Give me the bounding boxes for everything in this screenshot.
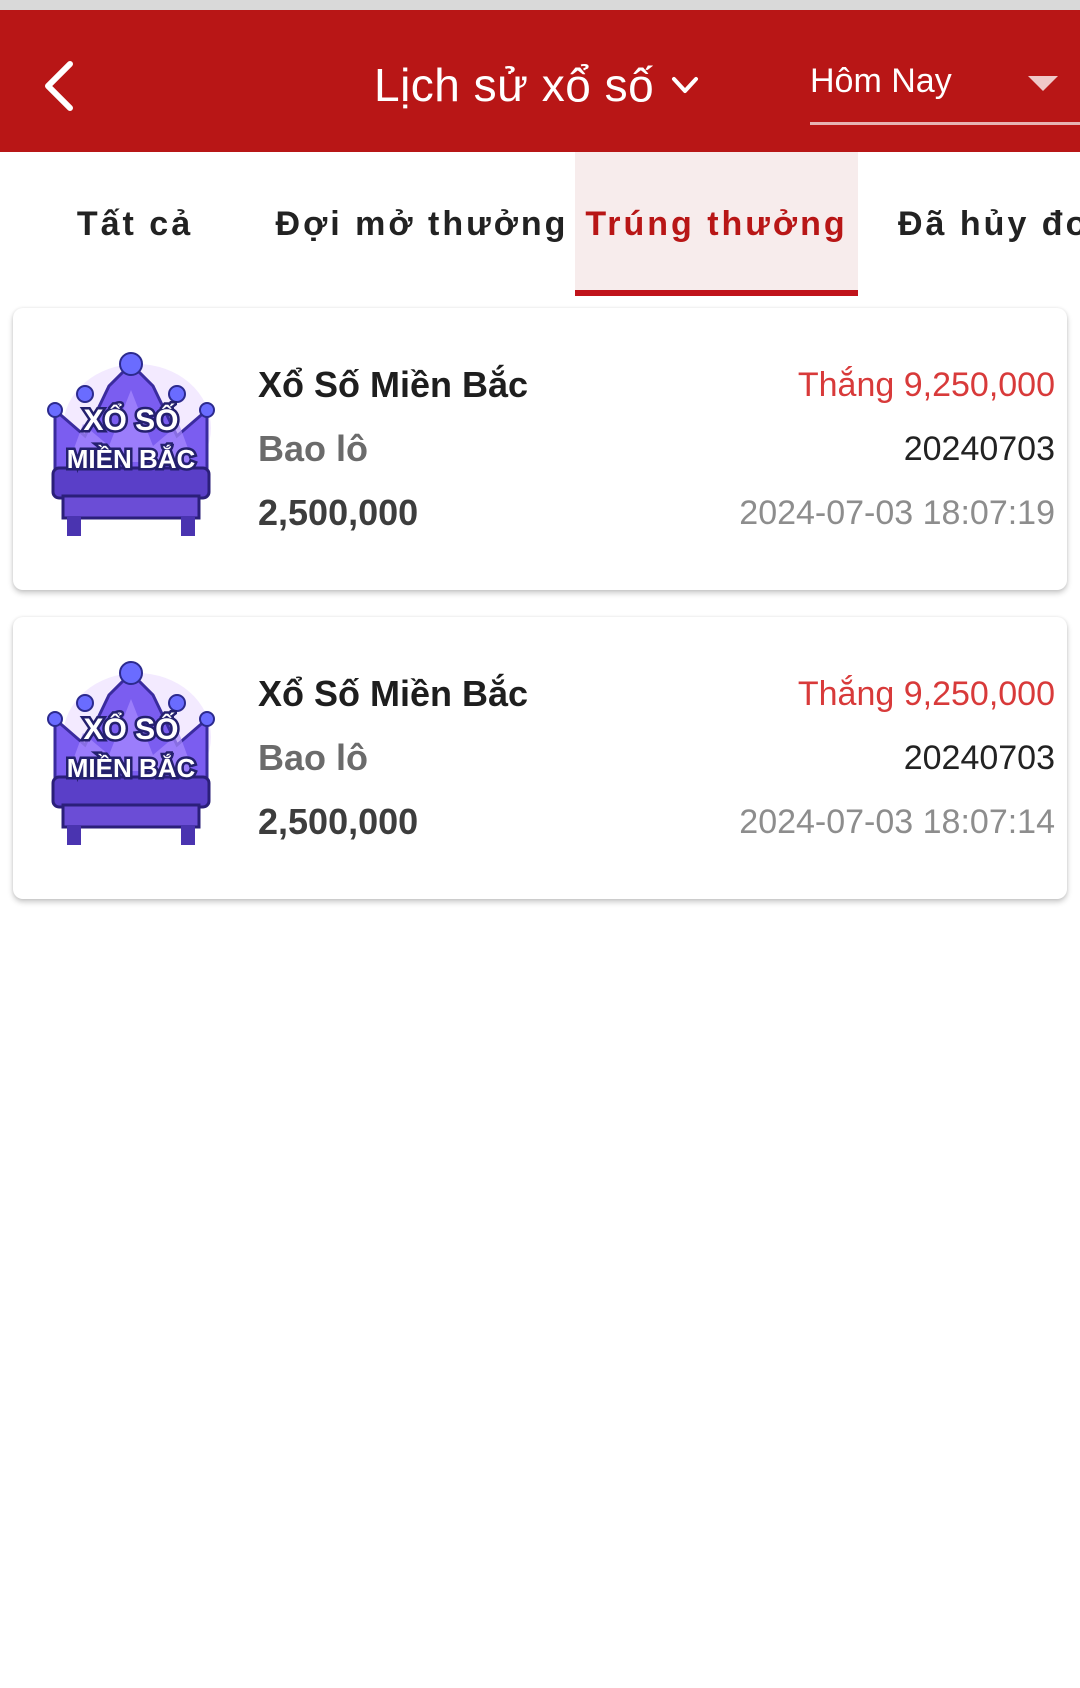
win-label: Thắng [797, 366, 895, 404]
tab-all[interactable]: Tất cả [40, 152, 230, 296]
tab-pending[interactable]: Đợi mở thưởng [272, 152, 572, 296]
tab-label: Đã hủy đơn [898, 204, 1080, 243]
logo-text-line2: MIỀN BẮC [67, 753, 196, 783]
page-title: Lịch sử xổ số [374, 59, 655, 111]
status-tabs: Tất cả Đợi mở thưởng Trúng thưởng Đã hủy… [0, 152, 1080, 296]
select-underline [810, 122, 1080, 125]
game-name: Xổ Số Miền Bắc [258, 673, 529, 714]
lottery-logo-icon: XỔ SỐ MIỀN BẮC [47, 661, 215, 845]
lottery-logo-icon: XỔ SỐ MIỀN BẮC [47, 352, 215, 536]
tab-cancelled[interactable]: Đã hủy đơn [880, 152, 1080, 296]
date-filter-select[interactable]: Hôm Nay [810, 40, 1080, 126]
issue-number: 20240703 [903, 739, 1055, 777]
bet-record-card[interactable]: XỔ SỐ MIỀN BẮC Xổ Số Miền Bắc Bao lô 2,5… [13, 308, 1067, 590]
dropdown-caret-icon [1028, 76, 1058, 91]
back-arrow-icon [45, 61, 73, 111]
bet-time: 2024-07-03 18:07:19 [739, 494, 1055, 532]
win-value: 9,250,000 [903, 366, 1055, 404]
tab-label: Đợi mở thưởng [275, 204, 569, 243]
status-divider [0, 0, 1080, 10]
app-header: Lịch sử xổ số Hôm Nay [0, 10, 1080, 152]
chevron-down-icon [672, 77, 699, 93]
win-label: Thắng [797, 675, 895, 713]
issue-number: 20240703 [903, 430, 1055, 468]
tab-won[interactable]: Trúng thưởng [575, 152, 858, 296]
logo-text-line1: XỔ SỐ [83, 712, 178, 746]
bet-type: Bao lô [258, 428, 369, 469]
logo-text-line1: XỔ SỐ [83, 403, 178, 437]
logo-text-line2: MIỀN BẮC [67, 444, 196, 474]
bet-type: Bao lô [258, 737, 369, 778]
back-button[interactable] [36, 50, 96, 120]
tab-label: Trúng thưởng [585, 204, 848, 243]
date-filter-value: Hôm Nay [810, 62, 952, 100]
title-selector[interactable]: Lịch sử xổ số [374, 50, 702, 120]
tab-label: Tất cả [76, 204, 194, 243]
bet-record-card[interactable]: XỔ SỐ MIỀN BẮC Xổ Số Miền Bắc Bao lô 2,5… [13, 617, 1067, 899]
win-amount: Thắng 9,250,000 [798, 675, 1055, 714]
bet-time: 2024-07-03 18:07:14 [739, 803, 1055, 841]
bet-amount: 2,500,000 [258, 801, 419, 842]
bet-amount: 2,500,000 [258, 492, 419, 533]
win-amount: Thắng 9,250,000 [798, 366, 1055, 405]
game-name: Xổ Số Miền Bắc [258, 364, 529, 405]
win-value: 9,250,000 [903, 675, 1055, 713]
